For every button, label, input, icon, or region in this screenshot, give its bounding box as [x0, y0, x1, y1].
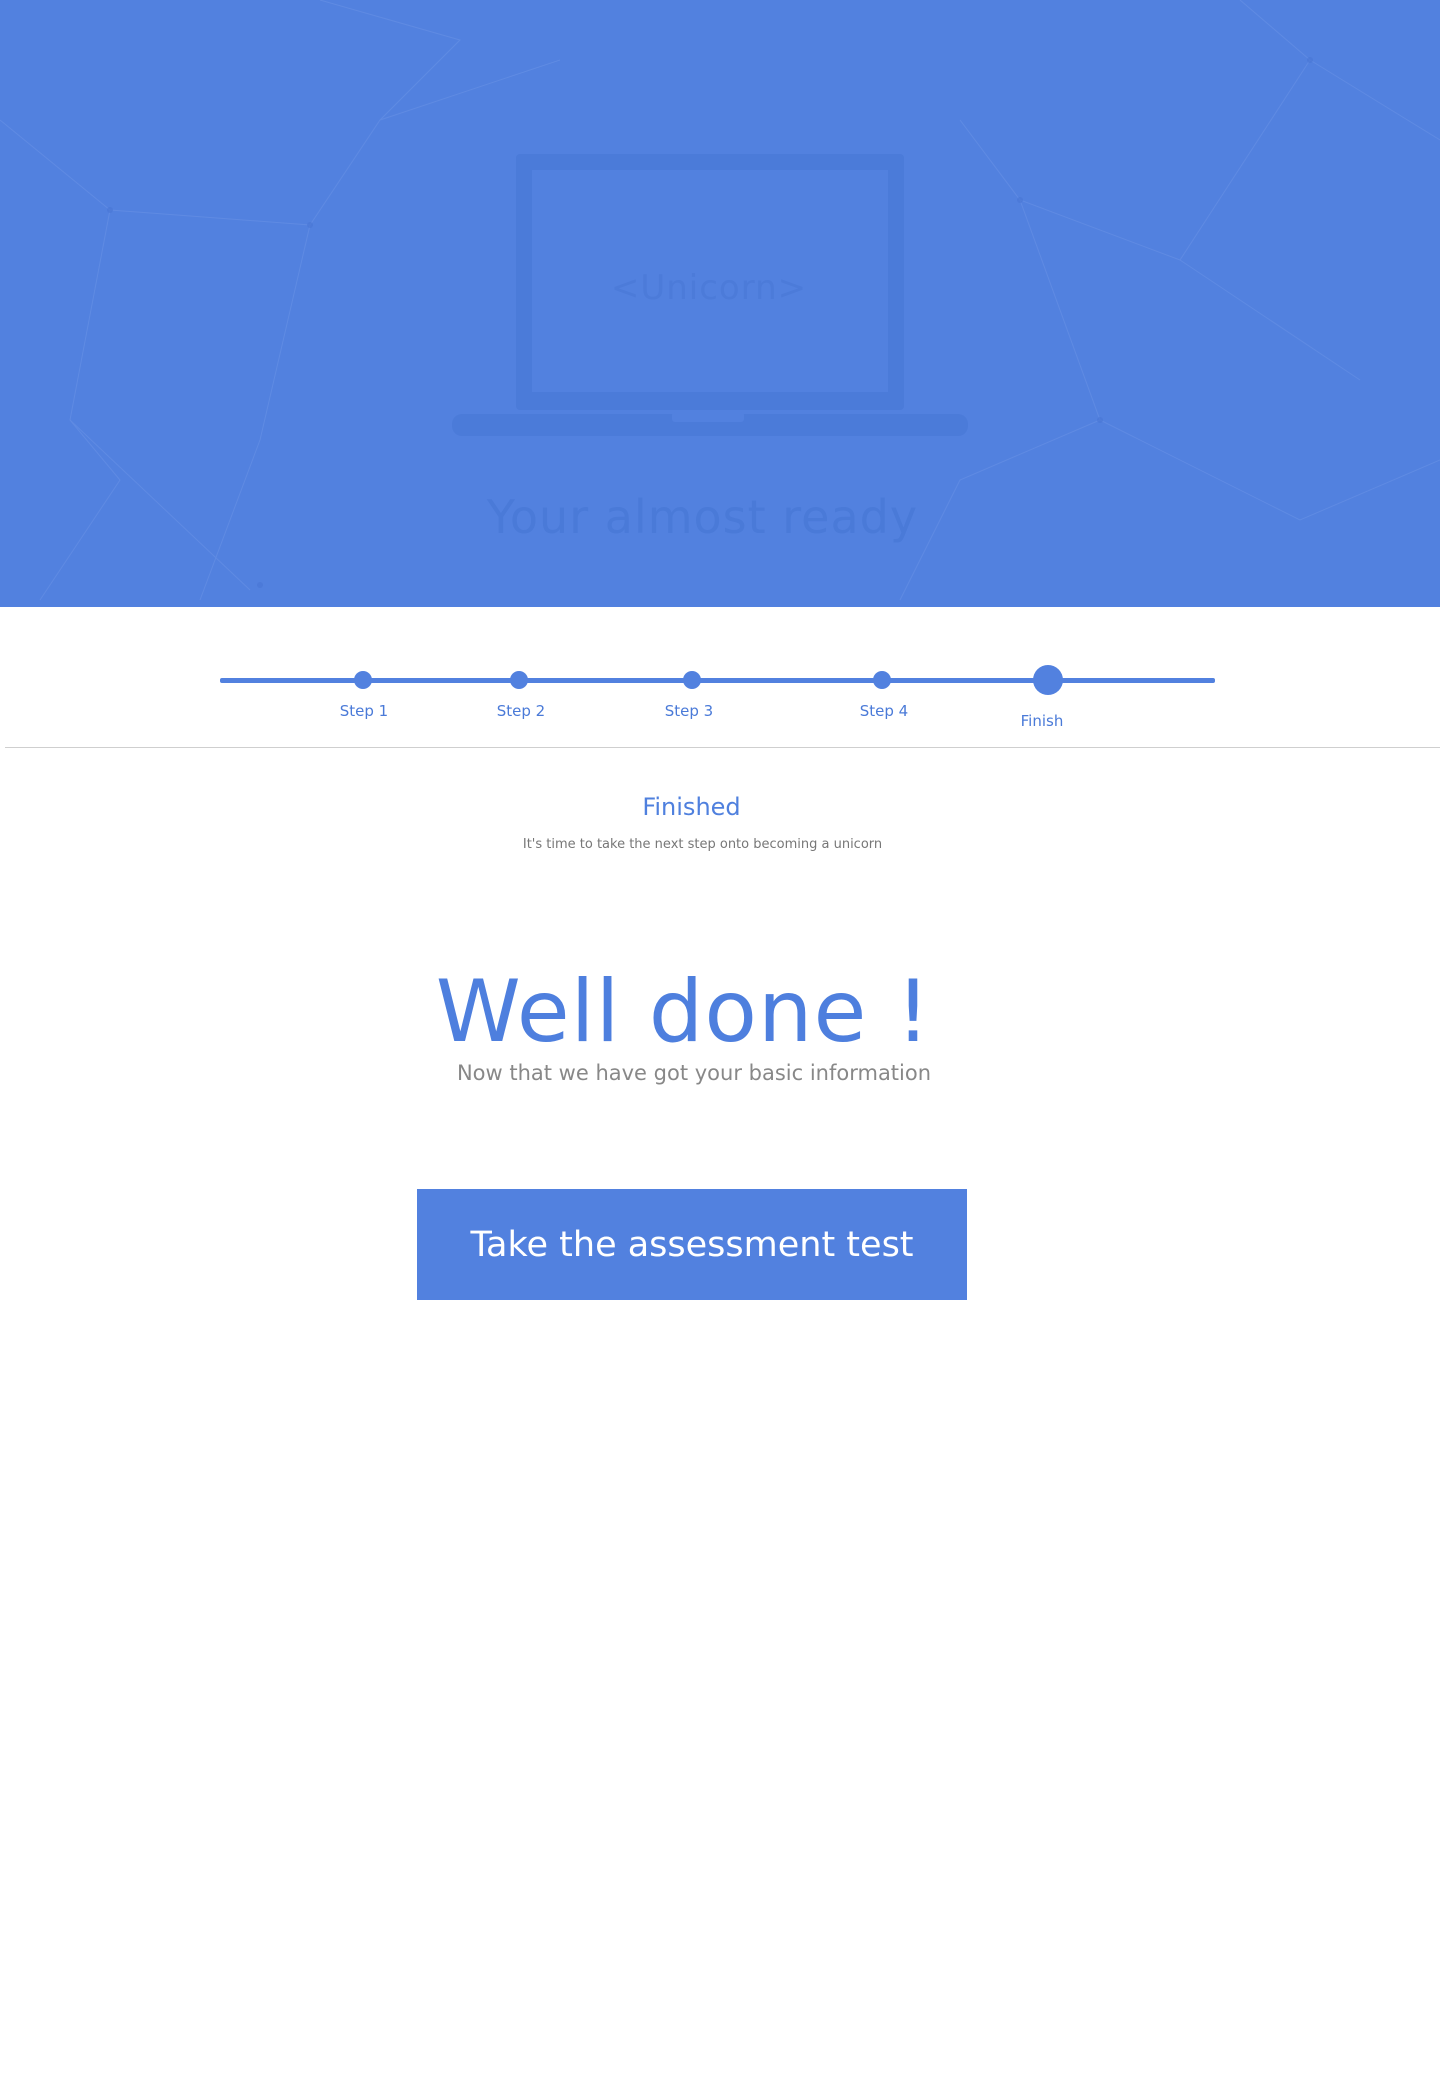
step-4-label[interactable]: Step 4: [834, 702, 934, 720]
finish-step-dot[interactable]: [1033, 665, 1063, 695]
step-3-label[interactable]: Step 3: [639, 702, 739, 720]
section-subtitle: It's time to take the next step onto bec…: [522, 837, 883, 852]
step-1-dot[interactable]: [354, 671, 372, 689]
hero-title: Your almost ready: [486, 490, 919, 544]
section-divider: [5, 747, 1440, 748]
step-2-label[interactable]: Step 2: [471, 702, 571, 720]
progress-stepper: Step 1 Step 2 Step 3 Step 4 Finish: [220, 665, 1215, 735]
step-1-label[interactable]: Step 1: [314, 702, 414, 720]
step-4-dot[interactable]: [873, 671, 891, 689]
section-title: Finished: [642, 793, 741, 821]
finish-step-label[interactable]: Finish: [992, 712, 1092, 730]
take-assessment-button[interactable]: Take the assessment test: [417, 1189, 967, 1300]
laptop-illustration: <Unicorn>: [448, 150, 970, 440]
step-2-dot[interactable]: [510, 671, 528, 689]
step-3-dot[interactable]: [683, 671, 701, 689]
hero-banner: <Unicorn> Your almost ready: [0, 0, 1440, 607]
laptop-screen-text: <Unicorn>: [610, 268, 808, 308]
page-subheading: Now that we have got your basic informat…: [456, 1061, 932, 1085]
page-heading: Well done !: [435, 962, 932, 1062]
